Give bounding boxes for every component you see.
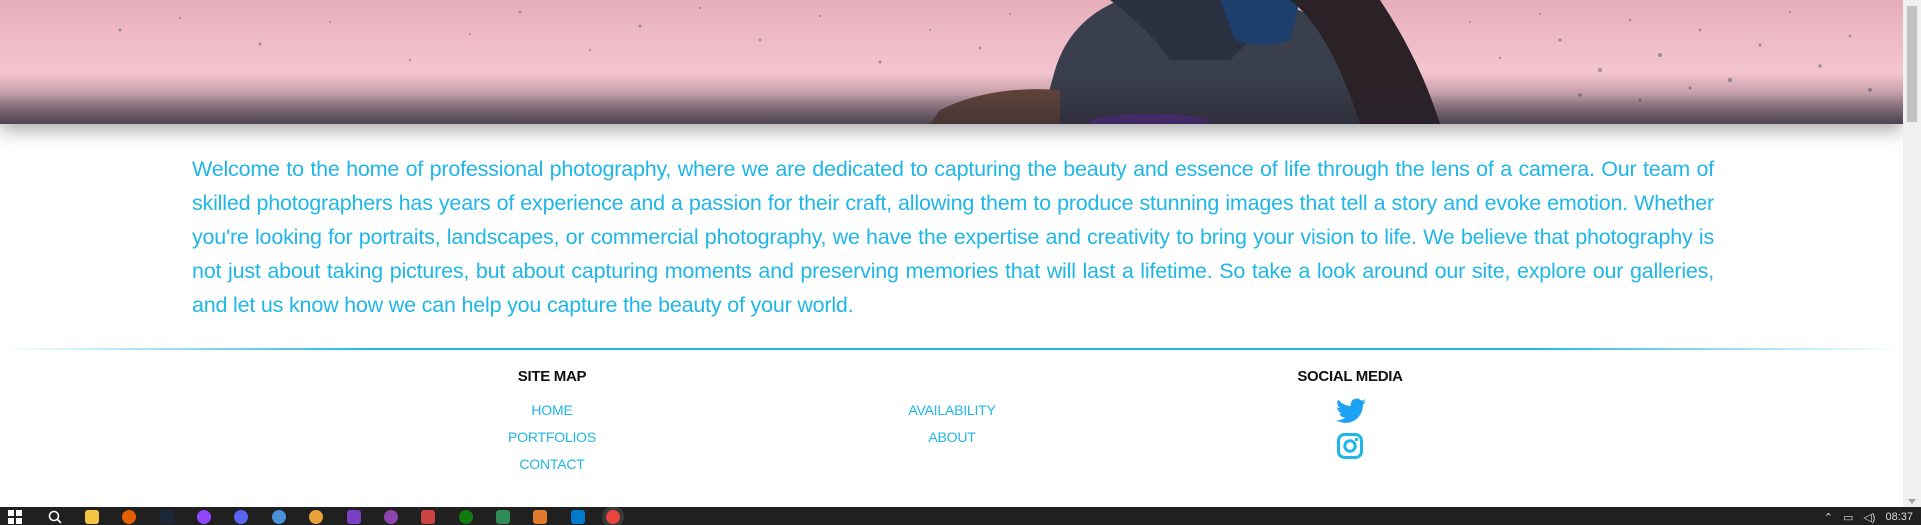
chrome-icon[interactable] <box>606 510 620 524</box>
twitter-icon[interactable] <box>1336 398 1366 424</box>
app-icon-amber[interactable] <box>533 510 547 524</box>
footer-divider <box>0 348 1903 350</box>
os-taskbar: ⌃ ▭ ◁) 08:37 <box>0 507 1921 525</box>
site-map-heading: SITE MAP <box>517 368 587 385</box>
instagram-icon[interactable] <box>1337 433 1363 459</box>
volume-icon[interactable]: ◁) <box>1863 511 1875 524</box>
app-icon-purple[interactable] <box>197 510 211 524</box>
hero-banner-image <box>0 0 1903 124</box>
firefox-icon[interactable] <box>122 510 136 524</box>
footer-link-availability[interactable]: AVAILABILITY <box>852 402 1052 418</box>
footer-link-contact[interactable]: CONTACT <box>452 456 652 472</box>
app-icon-violet[interactable] <box>347 510 361 524</box>
windows-start-icon[interactable] <box>8 510 22 524</box>
page-scrollbar[interactable] <box>1903 0 1921 507</box>
scroll-down-arrow-icon[interactable] <box>1908 499 1916 504</box>
network-icon[interactable]: ▭ <box>1843 511 1853 524</box>
footer-link-about[interactable]: ABOUT <box>852 429 1052 445</box>
search-icon[interactable] <box>48 510 62 524</box>
welcome-paragraph: Welcome to the home of professional phot… <box>192 157 1714 317</box>
paint-icon[interactable] <box>421 510 435 524</box>
app-icon-magenta[interactable] <box>384 510 398 524</box>
taskbar-clock[interactable]: 08:37 <box>1885 511 1913 523</box>
vscode-icon[interactable] <box>571 510 585 524</box>
app-icon-orange[interactable] <box>309 510 323 524</box>
system-tray: ⌃ ▭ ◁) 08:37 <box>1824 509 1913 525</box>
page: Welcome to the home of professional phot… <box>0 0 1903 507</box>
app-icon-green[interactable] <box>496 510 510 524</box>
hero-bottom-shade <box>0 74 1903 124</box>
chevron-up-icon[interactable]: ⌃ <box>1824 511 1833 524</box>
scrollbar-thumb[interactable] <box>1907 6 1917 122</box>
social-media-heading: SOCIAL MEDIA <box>1297 368 1403 385</box>
file-explorer-icon[interactable] <box>85 510 99 524</box>
footer-link-portfolios[interactable]: PORTFOLIOS <box>452 429 652 445</box>
xbox-icon[interactable] <box>459 510 473 524</box>
footer-link-home[interactable]: HOME <box>452 402 652 418</box>
discord-icon[interactable] <box>234 510 248 524</box>
app-icon-blue[interactable] <box>272 510 286 524</box>
steam-icon[interactable] <box>160 510 174 524</box>
